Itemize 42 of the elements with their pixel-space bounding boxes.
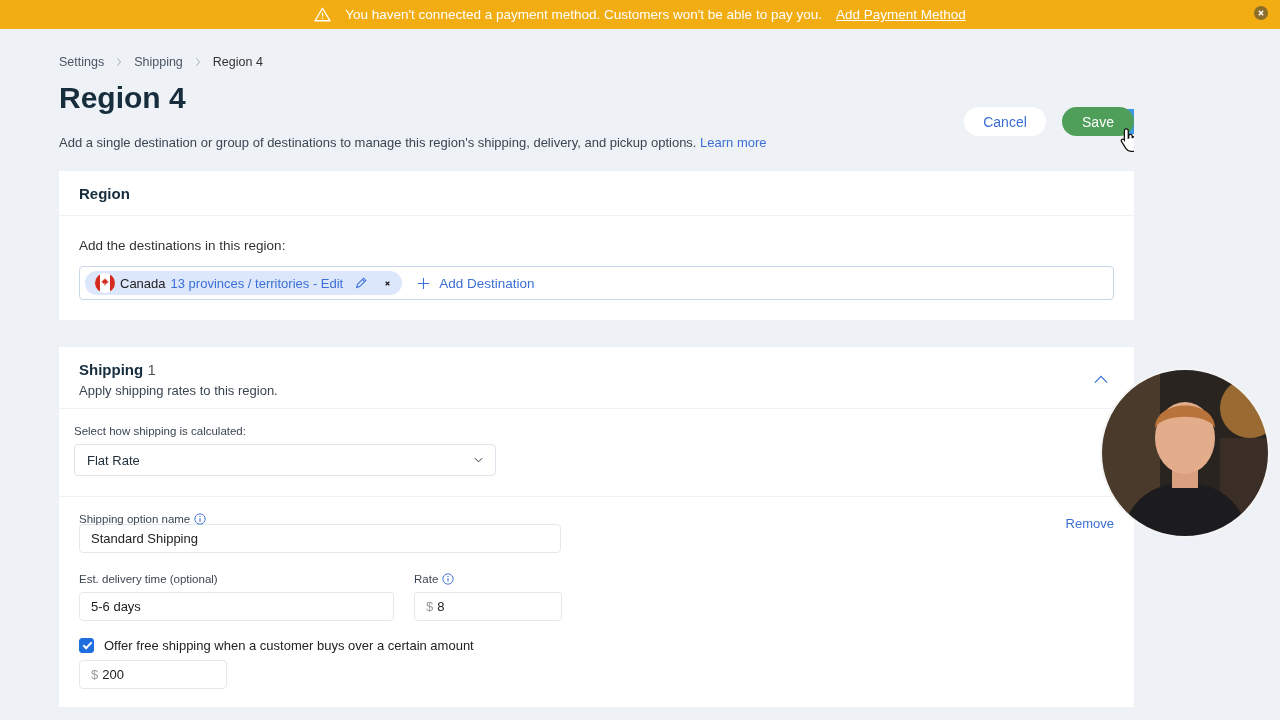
info-icon[interactable] <box>194 513 207 525</box>
breadcrumb-link[interactable]: Settings <box>59 55 105 69</box>
close-icon[interactable] <box>1254 6 1268 20</box>
flag-icon <box>95 273 115 293</box>
hand-cursor-icon <box>1120 127 1134 152</box>
shipping-method-dropdown[interactable]: Flat Rate <box>74 444 496 476</box>
option-name-field[interactable]: Standard Shipping <box>79 524 561 553</box>
section-title: Region <box>79 184 130 202</box>
field-label: Rate <box>414 573 439 585</box>
pencil-icon[interactable] <box>354 276 369 290</box>
info-icon[interactable] <box>442 573 455 585</box>
destinations-prompt: Add the destinations in this region: <box>79 238 287 253</box>
cancel-button[interactable]: Cancel <box>964 107 1046 136</box>
shipping-count: 1 <box>147 361 156 378</box>
edit-provinces-link[interactable]: 13 provinces / territories - Edit <box>170 275 344 291</box>
threshold-field[interactable]: $ 200 <box>79 660 227 689</box>
rate-field[interactable]: $ 8 <box>414 592 562 621</box>
checkbox-label: Offer free shipping when a customer buys over a certain amount <box>104 638 474 653</box>
field-label: Est. delivery time (optional) <box>79 573 219 585</box>
destination-chip[interactable]: Canada 13 provinces / territories - Edit <box>85 271 403 295</box>
banner-message: You haven't connected a payment method. Customers won't be able to pay you. <box>345 7 822 22</box>
field-label: Select how shipping is calculated: <box>74 425 247 437</box>
field-label: Shipping option name <box>79 513 191 525</box>
add-destination-button[interactable]: Add Destination <box>418 275 535 291</box>
delivery-time-field[interactable]: 5-6 days <box>79 592 394 621</box>
plus-icon <box>418 277 430 289</box>
destinations-field[interactable]: Canada 13 provinces / territories - Edit Add Destination <box>79 266 1114 300</box>
chevron-icon <box>194 57 201 67</box>
page-title: Region 4 <box>59 81 187 115</box>
chevron-down-icon <box>474 457 483 463</box>
chevron-icon <box>116 57 123 67</box>
chevron-icon[interactable] <box>1094 375 1108 384</box>
learn-more-link[interactable]: Learn more <box>700 135 767 150</box>
breadcrumb-link[interactable]: Region 4 <box>212 55 263 69</box>
page-description: Add a single destination or group of destinations to manage this region's shipping, delivery, and pickup options. Learn more <box>59 135 767 150</box>
remove-link[interactable]: Remove <box>1065 516 1114 531</box>
checkbox[interactable] <box>79 638 94 653</box>
country-name: Canada <box>120 275 166 291</box>
breadcrumb-link[interactable]: Shipping <box>134 55 183 69</box>
warning-icon <box>314 7 332 22</box>
section-title: Shipping <box>79 361 144 378</box>
section-subtitle: Apply shipping rates to this region. <box>79 383 278 398</box>
